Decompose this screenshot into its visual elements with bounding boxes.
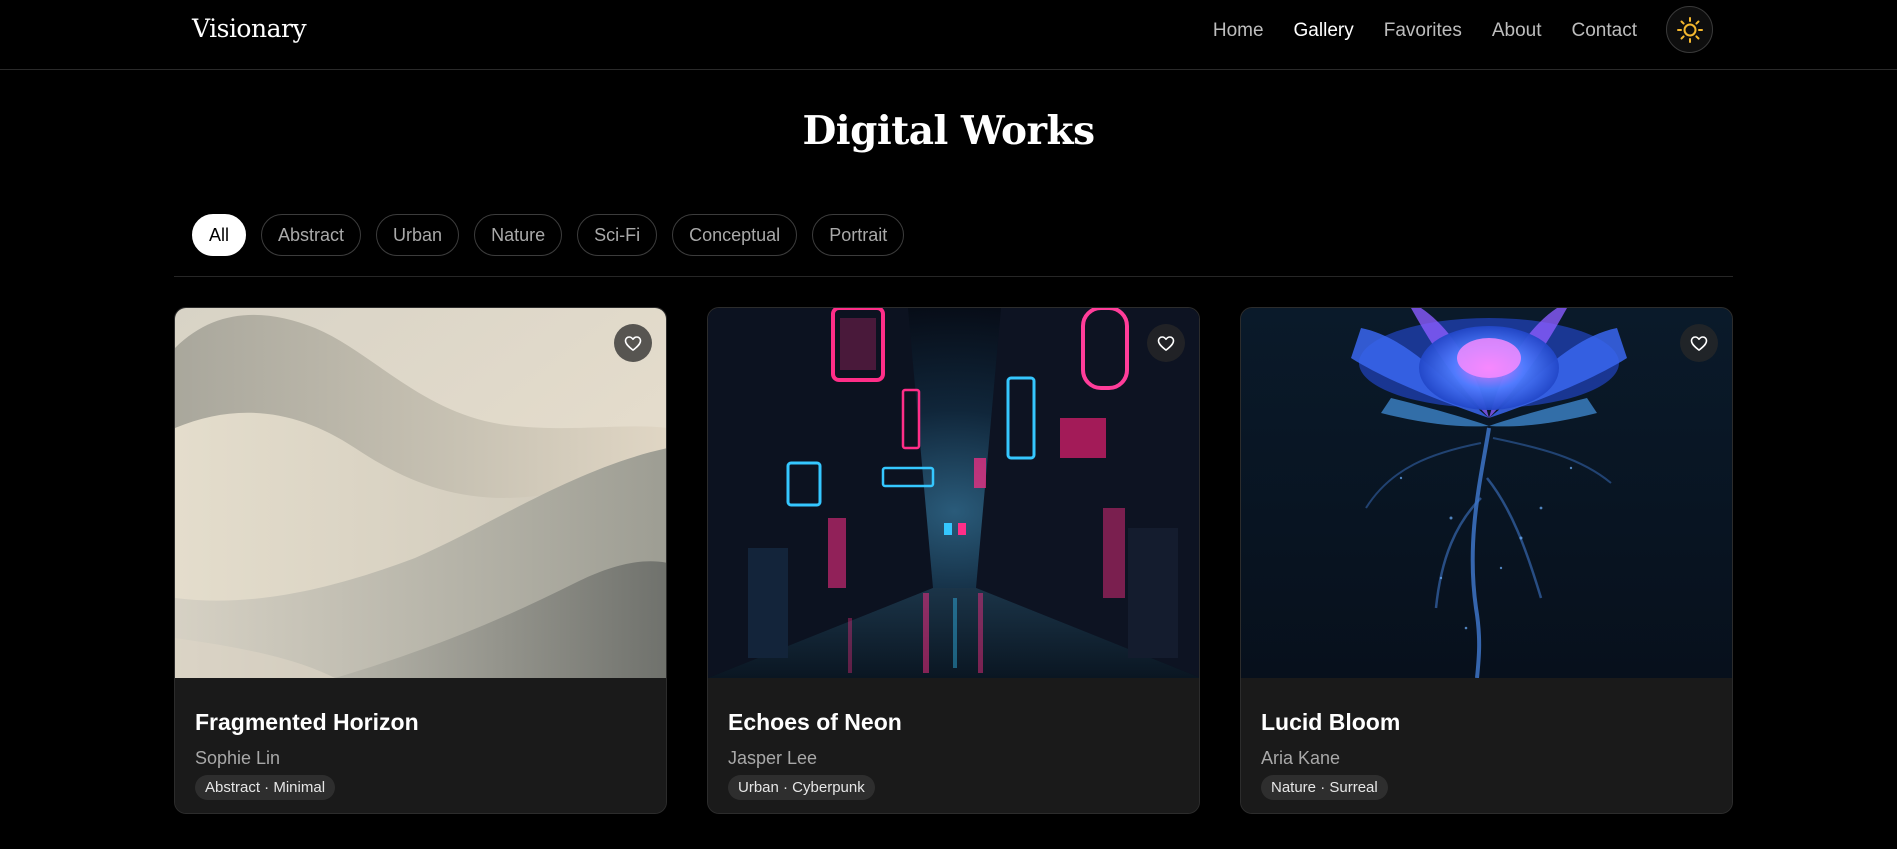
heart-outline-icon — [1157, 336, 1175, 351]
artwork-artist: Sophie Lin — [195, 748, 281, 768]
filter-abstract-chip[interactable]: Abstract — [261, 214, 362, 256]
artwork-title[interactable]: Fragmented Horizon — [195, 709, 419, 736]
artwork-info: Lucid Bloom Aria Kane Nature · Surreal — [1241, 678, 1732, 813]
sun-icon — [1676, 16, 1703, 43]
filter-all-chip[interactable]: All — [192, 214, 247, 256]
filter-conceptual-chip[interactable]: Conceptual — [672, 214, 798, 256]
filter-urban-chip[interactable]: Urban — [376, 214, 460, 256]
nav-contact-link[interactable]: Contact — [1572, 20, 1637, 42]
heart-outline-icon — [1690, 336, 1708, 351]
artwork-tags: Nature · Surreal — [1261, 775, 1388, 800]
artwork-tags: Abstract · Minimal — [195, 775, 336, 800]
favorite-button[interactable] — [1147, 324, 1185, 362]
nav-home-link[interactable]: Home — [1213, 20, 1264, 42]
page-title: Digital Works — [802, 108, 1095, 154]
nav-favorites-link[interactable]: Favorites — [1384, 20, 1462, 42]
artwork-tags: Urban · Cyberpunk — [728, 775, 875, 800]
site-logo[interactable]: Visionary — [192, 14, 307, 43]
nav-about-link[interactable]: About — [1492, 20, 1542, 42]
heart-outline-icon — [624, 336, 642, 351]
favorite-button[interactable] — [1680, 324, 1718, 362]
filter-scifi-chip[interactable]: Sci-Fi — [577, 214, 658, 256]
theme-toggle-button[interactable] — [1666, 6, 1713, 53]
artwork-image[interactable] — [708, 308, 1199, 678]
filter-portrait-chip[interactable]: Portrait — [812, 214, 905, 256]
artwork-info: Echoes of Neon Jasper Lee Urban · Cyberp… — [708, 678, 1199, 813]
artwork-card[interactable]: Lucid Bloom Aria Kane Nature · Surreal — [1240, 307, 1733, 814]
artwork-artist: Aria Kane — [1261, 748, 1341, 768]
nav-gallery-link[interactable]: Gallery — [1294, 20, 1354, 42]
top-nav-bar: Visionary Home Gallery Favorites About C… — [0, 0, 1897, 70]
artwork-title[interactable]: Lucid Bloom — [1261, 709, 1400, 736]
artwork-card[interactable]: Fragmented Horizon Sophie Lin Abstract ·… — [174, 307, 667, 814]
artwork-artist: Jasper Lee — [728, 748, 818, 768]
filter-nature-chip[interactable]: Nature — [474, 214, 563, 256]
artwork-card[interactable]: Echoes of Neon Jasper Lee Urban · Cyberp… — [707, 307, 1200, 814]
category-filters: All Abstract Urban Nature Sci-Fi Concept… — [192, 214, 905, 256]
artwork-title[interactable]: Echoes of Neon — [728, 709, 902, 736]
artwork-image[interactable] — [175, 308, 666, 678]
filter-divider — [174, 276, 1733, 277]
artwork-info: Fragmented Horizon Sophie Lin Abstract ·… — [175, 678, 666, 813]
artwork-image[interactable] — [1241, 308, 1732, 678]
main-nav: Home Gallery Favorites About Contact — [1213, 20, 1637, 42]
favorite-button[interactable] — [614, 324, 652, 362]
